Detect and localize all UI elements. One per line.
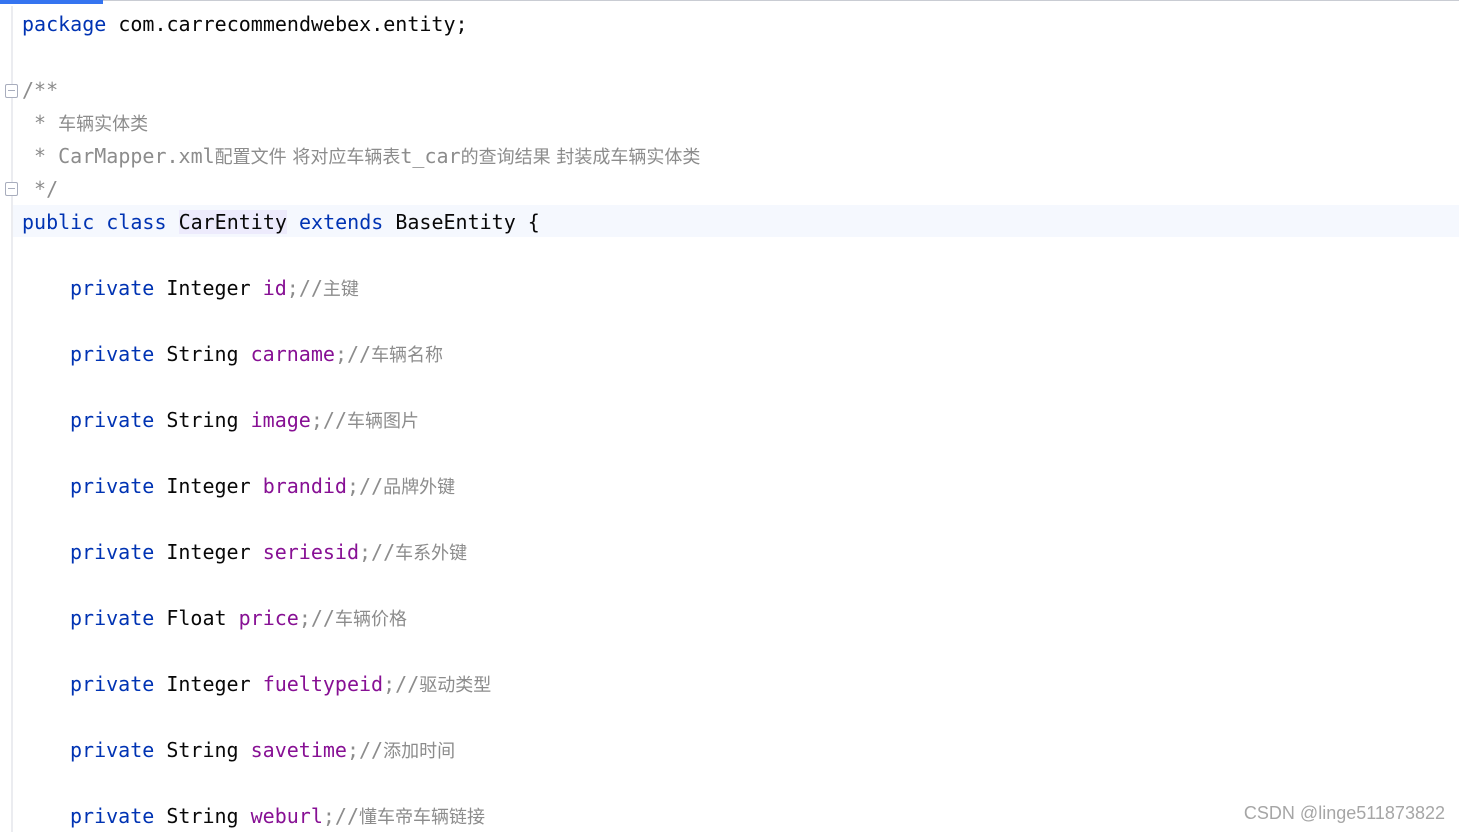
- field-line[interactable]: private Integer seriesid;//车系外键: [70, 538, 467, 566]
- field-name[interactable]: image: [251, 408, 311, 432]
- field-type: Integer: [166, 474, 251, 498]
- field-comment: 车系外键: [395, 543, 468, 564]
- field-modifier: private: [70, 738, 155, 762]
- active-tab-indicator: [0, 0, 103, 4]
- field-type: Integer: [166, 276, 251, 300]
- field-comment: 品牌外键: [383, 477, 456, 498]
- extends-keyword: extends: [298, 210, 384, 234]
- field-type: String: [166, 738, 239, 762]
- gutter-fold-guide: [11, 6, 13, 832]
- javadoc-line-2[interactable]: * CarMapper.xml配置文件 将对应车辆表t_car的查询结果 封装成…: [22, 142, 700, 170]
- field-comment: 驱动类型: [419, 675, 492, 696]
- field-comment: 添加时间: [383, 741, 456, 762]
- fold-open-icon[interactable]: [5, 84, 18, 98]
- field-line[interactable]: private Integer brandid;//品牌外键: [70, 472, 455, 500]
- field-punct: ;//: [334, 342, 372, 366]
- field-punct: ;//: [322, 804, 360, 828]
- class-name[interactable]: CarEntity: [178, 210, 287, 234]
- package-keyword: package: [22, 12, 107, 36]
- field-modifier: private: [70, 276, 155, 300]
- field-modifier: private: [70, 408, 155, 432]
- field-type: Integer: [166, 540, 251, 564]
- field-comment: 车辆价格: [334, 609, 407, 630]
- field-type: Float: [166, 606, 227, 630]
- field-punct: ;//: [286, 276, 323, 300]
- field-name[interactable]: weburl: [251, 804, 323, 828]
- code-line-class-decl[interactable]: public class CarEntity extends BaseEntit…: [22, 208, 540, 236]
- field-modifier: private: [70, 540, 155, 564]
- field-line[interactable]: private Float price;//车辆价格: [70, 604, 407, 632]
- field-punct: ;//: [298, 606, 335, 630]
- field-type: String: [166, 408, 239, 432]
- field-modifier: private: [70, 342, 155, 366]
- field-type: String: [166, 342, 239, 366]
- field-line[interactable]: private String weburl;//懂车帝车辆链接: [70, 802, 485, 830]
- field-name[interactable]: carname: [251, 342, 335, 366]
- javadoc-line-2-mid: t_car: [400, 144, 461, 168]
- javadoc-close[interactable]: */: [22, 175, 58, 203]
- javadoc-line-2-prefix: * CarMapper.xml: [22, 144, 215, 168]
- javadoc-line-2-text: 配置文件 将对应车辆表: [214, 147, 401, 168]
- code-editor[interactable]: package com.carrecommendwebex.entity; /*…: [0, 0, 1459, 832]
- field-line[interactable]: private String savetime;//添加时间: [70, 736, 455, 764]
- field-modifier: private: [70, 474, 155, 498]
- field-line[interactable]: private String carname;//车辆名称: [70, 340, 443, 368]
- field-line[interactable]: private Integer fueltypeid;//驱动类型: [70, 670, 491, 698]
- field-comment: 懂车帝车辆链接: [359, 807, 486, 828]
- javadoc-open[interactable]: /**: [22, 76, 58, 104]
- fold-close-icon[interactable]: [5, 182, 18, 196]
- field-name[interactable]: id: [263, 276, 287, 300]
- field-name[interactable]: brandid: [263, 474, 347, 498]
- field-modifier: private: [70, 606, 155, 630]
- field-type: String: [166, 804, 239, 828]
- javadoc-line-1-prefix: *: [22, 111, 59, 135]
- field-type: Integer: [166, 672, 251, 696]
- field-comment: 车辆名称: [371, 345, 444, 366]
- field-punct: ;//: [310, 408, 347, 432]
- public-keyword: public: [22, 210, 95, 234]
- field-comment: 主键: [322, 279, 359, 300]
- field-name[interactable]: savetime: [251, 738, 347, 762]
- field-line[interactable]: private String image;//车辆图片: [70, 406, 419, 434]
- code-line-package[interactable]: package com.carrecommendwebex.entity;: [22, 10, 468, 38]
- field-modifier: private: [70, 804, 155, 828]
- csdn-watermark: CSDN @linge511873822: [1243, 803, 1445, 823]
- field-modifier: private: [70, 672, 155, 696]
- class-keyword: class: [106, 210, 167, 234]
- javadoc-line-1[interactable]: * 车辆实体类: [22, 109, 148, 137]
- field-punct: ;//: [346, 738, 384, 762]
- field-name[interactable]: fueltypeid: [263, 672, 383, 696]
- javadoc-line-1-text: 车辆实体类: [58, 114, 149, 135]
- field-punct: ;//: [359, 540, 396, 564]
- javadoc-line-2-tail: 的查询结果 封装成车辆实体类: [460, 147, 701, 168]
- field-line[interactable]: private Integer id;//主键: [70, 274, 359, 302]
- package-name: com.carrecommendwebex.entity;: [106, 12, 468, 36]
- editor-top-border: [0, 0, 1459, 1]
- field-comment: 车辆图片: [346, 411, 419, 432]
- field-punct: ;//: [346, 474, 384, 498]
- open-brace: {: [527, 210, 540, 234]
- field-name[interactable]: price: [239, 606, 299, 630]
- parent-class-name[interactable]: BaseEntity: [395, 210, 515, 234]
- field-punct: ;//: [383, 672, 420, 696]
- field-name[interactable]: seriesid: [263, 540, 359, 564]
